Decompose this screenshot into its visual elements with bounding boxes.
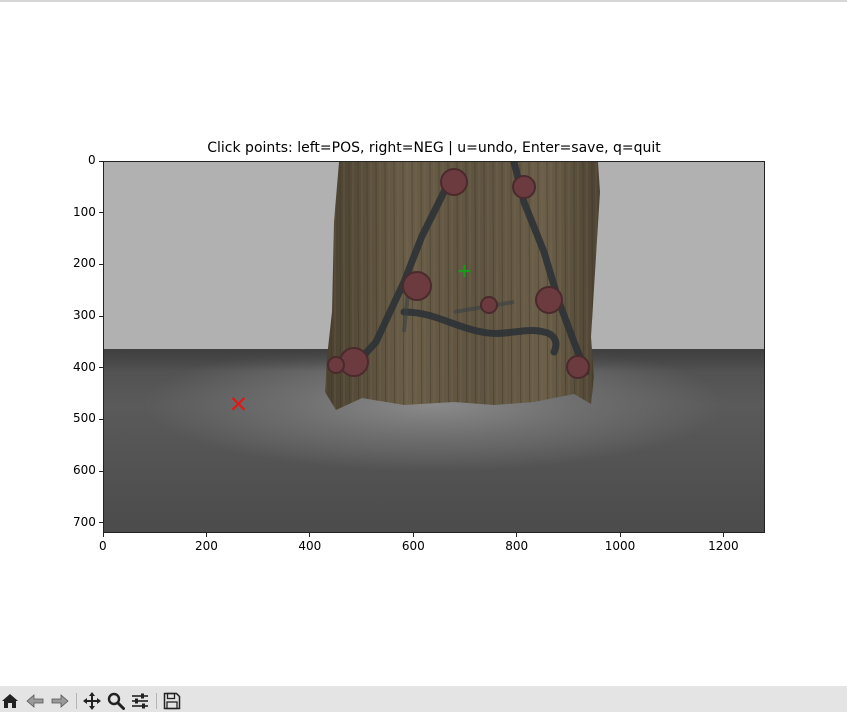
x-tick-label: 600 <box>401 539 425 553</box>
plot-title: Click points: left=POS, right=NEG | u=un… <box>207 140 661 156</box>
x-tick-label: 800 <box>505 539 529 553</box>
home-icon <box>2 694 18 708</box>
image-axes[interactable] <box>103 161 765 533</box>
x-tick-mark <box>516 533 518 537</box>
move-icon <box>83 692 101 710</box>
y-tick-mark <box>99 522 103 524</box>
arrow-right-icon <box>51 694 69 708</box>
forward-button[interactable] <box>50 692 70 710</box>
x-tick-label: 0 <box>99 539 107 553</box>
floppy-disk-icon <box>163 692 181 710</box>
x-tick-label: 1000 <box>604 539 636 553</box>
click-points-layer <box>231 265 471 411</box>
x-tick-label: 1200 <box>708 539 739 553</box>
y-tick-mark <box>99 418 103 420</box>
y-tick-label: 600 <box>73 463 96 477</box>
x-tick-mark <box>309 533 311 537</box>
configure-subplots-button[interactable] <box>130 692 150 710</box>
y-tick-mark <box>99 470 103 472</box>
y-tick-label: 400 <box>73 359 96 374</box>
negative-point-marker <box>231 397 246 411</box>
y-tick-mark <box>99 160 103 162</box>
y-tick-mark <box>99 263 103 265</box>
x-tick-mark <box>619 533 621 537</box>
y-tick-label: 700 <box>73 514 96 529</box>
y-tick-label: 300 <box>73 308 96 322</box>
y-tick-label: 500 <box>73 411 96 426</box>
x-tick-label: 200 <box>194 539 218 553</box>
y-tick-mark <box>99 212 103 214</box>
pan-button[interactable] <box>82 692 102 710</box>
y-tick-label: 200 <box>73 256 96 271</box>
y-tick-label: 100 <box>73 204 96 219</box>
x-tick-label: 400 <box>298 539 322 553</box>
magnifier-icon <box>107 692 125 710</box>
x-tick-mark <box>102 533 104 537</box>
toolbar-separator <box>156 693 157 709</box>
y-tick-mark <box>99 315 103 317</box>
x-tick-mark <box>412 533 414 537</box>
y-tick-label: 0 <box>88 153 96 167</box>
sliders-icon <box>132 693 148 709</box>
arrow-left-icon <box>26 694 44 708</box>
home-button[interactable] <box>0 692 20 710</box>
navigation-toolbar <box>0 686 847 712</box>
back-button[interactable] <box>25 692 45 710</box>
toolbar-separator <box>76 693 77 709</box>
zoom-button[interactable] <box>106 692 126 710</box>
x-tick-mark <box>205 533 207 537</box>
positive-point-marker <box>458 265 471 278</box>
y-tick-mark <box>99 367 103 369</box>
x-tick-mark <box>723 533 725 537</box>
save-figure-button[interactable] <box>162 692 182 710</box>
